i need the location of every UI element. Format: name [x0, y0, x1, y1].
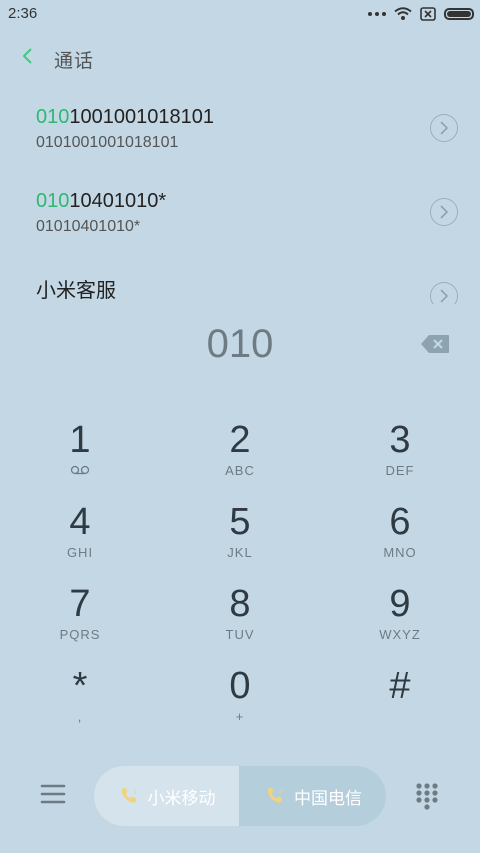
sim2-label: 中国电信: [294, 788, 362, 808]
result-row[interactable]: 小米客服: [0, 260, 480, 304]
key-6[interactable]: 6 MNO: [330, 500, 470, 578]
status-bar: 2:36: [0, 0, 480, 28]
battery-icon: [444, 8, 474, 20]
svg-text:2: 2: [279, 789, 283, 796]
keypad-toggle-icon[interactable]: [414, 782, 440, 810]
chevron-right-icon: [440, 289, 449, 303]
call-sim2-button[interactable]: 2 中国电信: [240, 766, 386, 826]
key-digit: 0: [229, 665, 251, 707]
key-letters: GHI: [66, 545, 94, 560]
call-sim1-button[interactable]: 1 小米移动: [94, 766, 239, 826]
match-rest: 1001001018101: [69, 106, 214, 128]
key-1[interactable]: 1: [10, 418, 150, 496]
back-arrow-icon[interactable]: [16, 44, 40, 68]
dial-keypad: 1 2 ABC 3 DEF 4 GHI 5 JKL 6 MNO 7 PQRS 8…: [0, 418, 480, 748]
key-5[interactable]: 5 JKL: [170, 500, 310, 578]
chevron-right-icon: [440, 121, 449, 135]
key-digit: 2: [229, 419, 251, 461]
svg-text:1: 1: [133, 789, 137, 796]
key-3[interactable]: 3 DEF: [330, 418, 470, 496]
key-digit: 4: [69, 501, 91, 543]
key-letters: JKL: [227, 545, 253, 560]
sim1-label: 小米移动: [147, 788, 216, 808]
key-letters: WXYZ: [379, 627, 421, 642]
chevron-right-icon: [440, 205, 449, 219]
key-digit: 3: [389, 419, 411, 461]
key-0[interactable]: 0 +: [170, 664, 310, 742]
key-2[interactable]: 2 ABC: [170, 418, 310, 496]
key-hash[interactable]: #: [330, 664, 470, 742]
page-title: 通话: [54, 51, 95, 72]
key-digit: 1: [69, 419, 91, 461]
match-rest: 小米客服: [36, 280, 116, 302]
match-highlight: 010: [36, 190, 70, 212]
dial-input[interactable]: 010: [0, 322, 480, 372]
key-letters: DEF: [385, 463, 415, 478]
status-icons: [368, 4, 474, 24]
key-digit: 5: [229, 501, 251, 543]
result-name: 小米客服: [36, 274, 116, 303]
wifi-icon: [394, 7, 412, 20]
sim2-phone-icon: 2: [267, 788, 283, 803]
key-9[interactable]: 9 WXYZ: [330, 582, 470, 660]
key-digit: *: [72, 665, 88, 707]
match-rest: 10401010*: [69, 190, 167, 212]
key-letters: +: [235, 709, 245, 724]
key-4[interactable]: 4 GHI: [10, 500, 150, 578]
key-letters: [330, 709, 470, 725]
backspace-icon[interactable]: [420, 334, 450, 354]
detail-button[interactable]: [430, 114, 458, 142]
key-digit: 7: [69, 583, 91, 625]
no-sim-icon: [420, 7, 436, 21]
key-digit: 8: [229, 583, 251, 625]
sim-select: 1 小米移动 2 中国电信: [94, 766, 386, 826]
header: 通话: [0, 38, 480, 78]
result-row[interactable]: 0101001001018101 0101001001018101: [0, 92, 480, 176]
key-digit: 6: [389, 501, 411, 543]
search-results: 0101001001018101 0101001001018101 010104…: [0, 92, 480, 304]
sim1-phone-icon: 1: [121, 788, 137, 803]
detail-button[interactable]: [430, 282, 458, 304]
menu-icon[interactable]: [40, 782, 66, 806]
result-number: 0101001001018101: [36, 106, 214, 129]
result-subtitle: 0101001001018101: [36, 134, 179, 151]
key-letters: PQRS: [59, 627, 101, 642]
key-letters: ABC: [225, 463, 255, 478]
result-subtitle: 01010401010*: [36, 218, 141, 235]
more-dots-icon: [368, 12, 386, 16]
bottom-bar: 1 小米移动 2 中国电信: [0, 760, 480, 830]
key-digit: #: [389, 665, 411, 707]
key-letters: TUV: [225, 627, 255, 642]
result-row[interactable]: 01010401010* 01010401010*: [0, 176, 480, 260]
key-letters: MNO: [383, 545, 417, 560]
voicemail-icon: [10, 463, 150, 479]
key-digit: 9: [389, 583, 411, 625]
status-time: 2:36: [8, 5, 38, 22]
match-highlight: 010: [36, 106, 70, 128]
result-number: 01010401010*: [36, 190, 166, 213]
key-star[interactable]: * ,: [10, 664, 150, 742]
key-letters: ,: [77, 709, 83, 724]
detail-button[interactable]: [430, 198, 458, 226]
key-8[interactable]: 8 TUV: [170, 582, 310, 660]
key-7[interactable]: 7 PQRS: [10, 582, 150, 660]
